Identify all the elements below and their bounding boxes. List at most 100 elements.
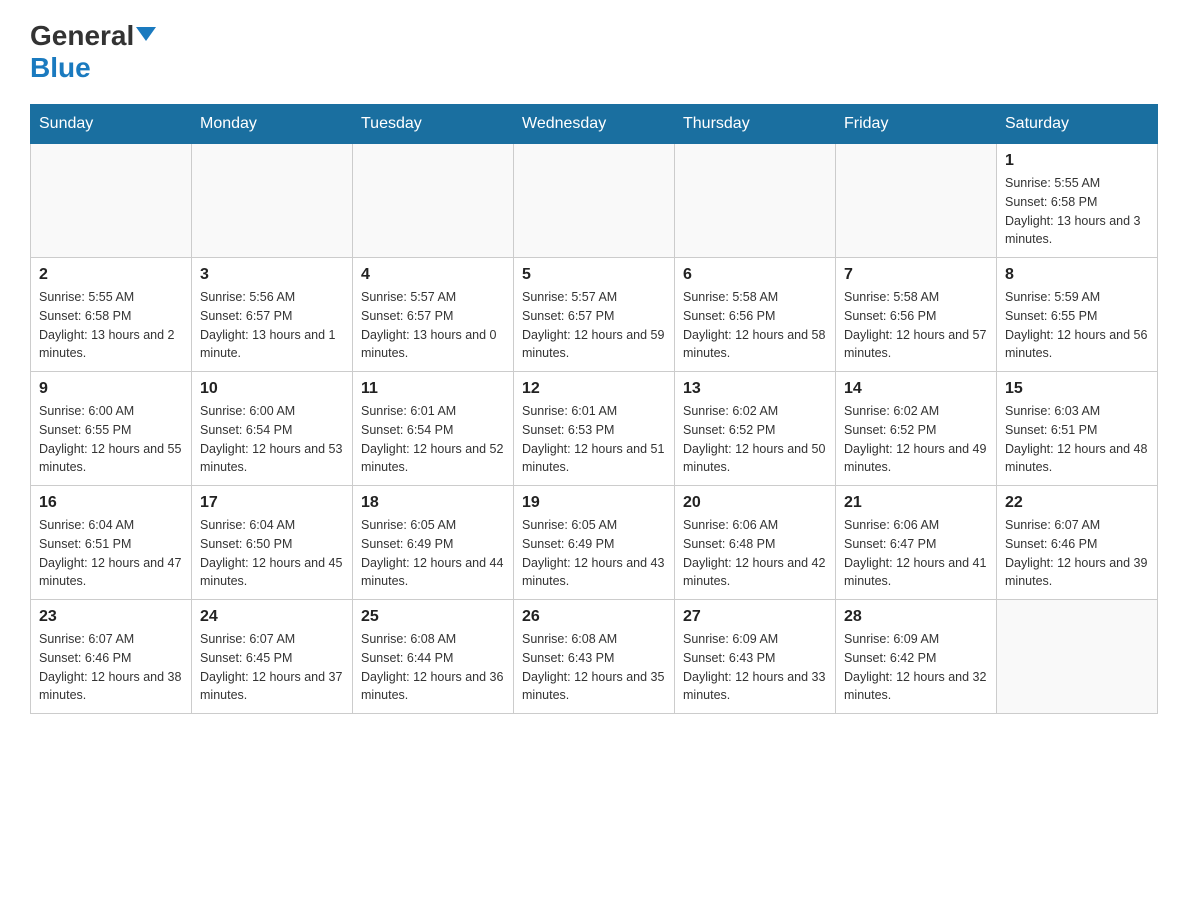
calendar-cell: 23 Sunrise: 6:07 AMSunset: 6:46 PMDayligh… (31, 600, 192, 714)
day-info: Sunrise: 6:04 AMSunset: 6:50 PMDaylight:… (200, 516, 344, 591)
calendar-cell: 11 Sunrise: 6:01 AMSunset: 6:54 PMDayligh… (353, 372, 514, 486)
day-header-thursday: Thursday (675, 105, 836, 144)
calendar-cell: 26 Sunrise: 6:08 AMSunset: 6:43 PMDayligh… (514, 600, 675, 714)
calendar-cell: 22 Sunrise: 6:07 AMSunset: 6:46 PMDayligh… (997, 486, 1158, 600)
calendar-body: 1 Sunrise: 5:55 AMSunset: 6:58 PMDaylight… (31, 144, 1158, 714)
day-number: 11 (361, 380, 505, 398)
calendar-cell: 19Sunrise: 6:05 AMSunset: 6:49 PMDayligh… (514, 486, 675, 600)
day-number: 21 (844, 494, 988, 512)
day-info: Sunrise: 6:03 AMSunset: 6:51 PMDaylight:… (1005, 402, 1149, 477)
day-number: 15 (1005, 380, 1149, 398)
day-number: 3 (200, 266, 344, 284)
calendar-cell: 20 Sunrise: 6:06 AMSunset: 6:48 PMDayligh… (675, 486, 836, 600)
day-number: 12 (522, 380, 666, 398)
day-number: 8 (1005, 266, 1149, 284)
calendar-cell: 25 Sunrise: 6:08 AMSunset: 6:44 PMDayligh… (353, 600, 514, 714)
calendar-cell: 8 Sunrise: 5:59 AMSunset: 6:55 PMDaylight… (997, 258, 1158, 372)
day-number: 26 (522, 608, 666, 626)
calendar-week-2: 2Sunrise: 5:55 AMSunset: 6:58 PMDaylight… (31, 258, 1158, 372)
day-info: Sunrise: 5:55 AMSunset: 6:58 PMDaylight:… (1005, 174, 1149, 249)
day-info: Sunrise: 6:07 AMSunset: 6:46 PMDaylight:… (1005, 516, 1149, 591)
calendar-header-row: SundayMondayTuesdayWednesdayThursdayFrid… (31, 105, 1158, 144)
day-number: 20 (683, 494, 827, 512)
day-number: 16 (39, 494, 183, 512)
day-info: Sunrise: 5:56 AMSunset: 6:57 PMDaylight:… (200, 288, 344, 363)
day-header-saturday: Saturday (997, 105, 1158, 144)
day-number: 13 (683, 380, 827, 398)
logo-blue: Blue (30, 52, 91, 83)
day-info: Sunrise: 6:09 AMSunset: 6:42 PMDaylight:… (844, 630, 988, 705)
day-number: 22 (1005, 494, 1149, 512)
day-header-friday: Friday (836, 105, 997, 144)
day-info: Sunrise: 6:05 AMSunset: 6:49 PMDaylight:… (522, 516, 666, 591)
day-number: 1 (1005, 152, 1149, 170)
day-number: 2 (39, 266, 183, 284)
calendar-cell: 7Sunrise: 5:58 AMSunset: 6:56 PMDaylight… (836, 258, 997, 372)
day-info: Sunrise: 6:00 AMSunset: 6:55 PMDaylight:… (39, 402, 183, 477)
day-info: Sunrise: 6:06 AMSunset: 6:47 PMDaylight:… (844, 516, 988, 591)
day-number: 14 (844, 380, 988, 398)
calendar-cell: 1 Sunrise: 5:55 AMSunset: 6:58 PMDaylight… (997, 144, 1158, 258)
logo-general: General (30, 20, 134, 51)
day-header-wednesday: Wednesday (514, 105, 675, 144)
day-header-sunday: Sunday (31, 105, 192, 144)
calendar-cell: 9 Sunrise: 6:00 AMSunset: 6:55 PMDaylight… (31, 372, 192, 486)
day-info: Sunrise: 6:08 AMSunset: 6:43 PMDaylight:… (522, 630, 666, 705)
calendar-cell: 17 Sunrise: 6:04 AMSunset: 6:50 PMDayligh… (192, 486, 353, 600)
calendar-cell: 13 Sunrise: 6:02 AMSunset: 6:52 PMDayligh… (675, 372, 836, 486)
calendar-cell (675, 144, 836, 258)
calendar-cell: 12 Sunrise: 6:01 AMSunset: 6:53 PMDayligh… (514, 372, 675, 486)
day-number: 23 (39, 608, 183, 626)
day-header-tuesday: Tuesday (353, 105, 514, 144)
day-number: 17 (200, 494, 344, 512)
day-number: 6 (683, 266, 827, 284)
day-info: Sunrise: 5:57 AMSunset: 6:57 PMDaylight:… (522, 288, 666, 363)
calendar-header: SundayMondayTuesdayWednesdayThursdayFrid… (31, 105, 1158, 144)
day-number: 9 (39, 380, 183, 398)
day-info: Sunrise: 6:01 AMSunset: 6:53 PMDaylight:… (522, 402, 666, 477)
logo-triangle-icon (136, 27, 156, 41)
calendar-cell (353, 144, 514, 258)
calendar-cell (31, 144, 192, 258)
day-header-monday: Monday (192, 105, 353, 144)
day-info: Sunrise: 6:06 AMSunset: 6:48 PMDaylight:… (683, 516, 827, 591)
logo: General Blue (30, 20, 156, 84)
day-info: Sunrise: 5:58 AMSunset: 6:56 PMDaylight:… (683, 288, 827, 363)
day-number: 24 (200, 608, 344, 626)
calendar-cell (192, 144, 353, 258)
calendar-cell: 21 Sunrise: 6:06 AMSunset: 6:47 PMDayligh… (836, 486, 997, 600)
day-number: 27 (683, 608, 827, 626)
calendar-cell (997, 600, 1158, 714)
calendar-cell: 14 Sunrise: 6:02 AMSunset: 6:52 PMDayligh… (836, 372, 997, 486)
day-number: 7 (844, 266, 988, 284)
day-info: Sunrise: 6:02 AMSunset: 6:52 PMDaylight:… (844, 402, 988, 477)
day-number: 4 (361, 266, 505, 284)
day-info: Sunrise: 6:04 AMSunset: 6:51 PMDaylight:… (39, 516, 183, 591)
day-info: Sunrise: 6:02 AMSunset: 6:52 PMDaylight:… (683, 402, 827, 477)
calendar-cell: 28 Sunrise: 6:09 AMSunset: 6:42 PMDayligh… (836, 600, 997, 714)
day-number: 28 (844, 608, 988, 626)
day-info: Sunrise: 6:05 AMSunset: 6:49 PMDaylight:… (361, 516, 505, 591)
calendar-week-5: 23 Sunrise: 6:07 AMSunset: 6:46 PMDayligh… (31, 600, 1158, 714)
day-info: Sunrise: 6:00 AMSunset: 6:54 PMDaylight:… (200, 402, 344, 477)
day-info: Sunrise: 6:07 AMSunset: 6:46 PMDaylight:… (39, 630, 183, 705)
calendar-cell: 2Sunrise: 5:55 AMSunset: 6:58 PMDaylight… (31, 258, 192, 372)
calendar-cell: 27 Sunrise: 6:09 AMSunset: 6:43 PMDayligh… (675, 600, 836, 714)
calendar-cell: 18Sunrise: 6:05 AMSunset: 6:49 PMDayligh… (353, 486, 514, 600)
calendar-cell: 16 Sunrise: 6:04 AMSunset: 6:51 PMDayligh… (31, 486, 192, 600)
calendar-cell: 5 Sunrise: 5:57 AMSunset: 6:57 PMDaylight… (514, 258, 675, 372)
day-number: 5 (522, 266, 666, 284)
calendar-cell: 10Sunrise: 6:00 AMSunset: 6:54 PMDayligh… (192, 372, 353, 486)
day-info: Sunrise: 6:09 AMSunset: 6:43 PMDaylight:… (683, 630, 827, 705)
calendar-week-1: 1 Sunrise: 5:55 AMSunset: 6:58 PMDaylight… (31, 144, 1158, 258)
day-info: Sunrise: 6:01 AMSunset: 6:54 PMDaylight:… (361, 402, 505, 477)
day-info: Sunrise: 6:08 AMSunset: 6:44 PMDaylight:… (361, 630, 505, 705)
day-info: Sunrise: 5:59 AMSunset: 6:55 PMDaylight:… (1005, 288, 1149, 363)
day-number: 25 (361, 608, 505, 626)
calendar-cell: 24 Sunrise: 6:07 AMSunset: 6:45 PMDayligh… (192, 600, 353, 714)
logo-text: General Blue (30, 20, 156, 84)
calendar-cell: 15 Sunrise: 6:03 AMSunset: 6:51 PMDayligh… (997, 372, 1158, 486)
calendar-cell: 6 Sunrise: 5:58 AMSunset: 6:56 PMDaylight… (675, 258, 836, 372)
calendar-cell (836, 144, 997, 258)
day-info: Sunrise: 6:07 AMSunset: 6:45 PMDaylight:… (200, 630, 344, 705)
